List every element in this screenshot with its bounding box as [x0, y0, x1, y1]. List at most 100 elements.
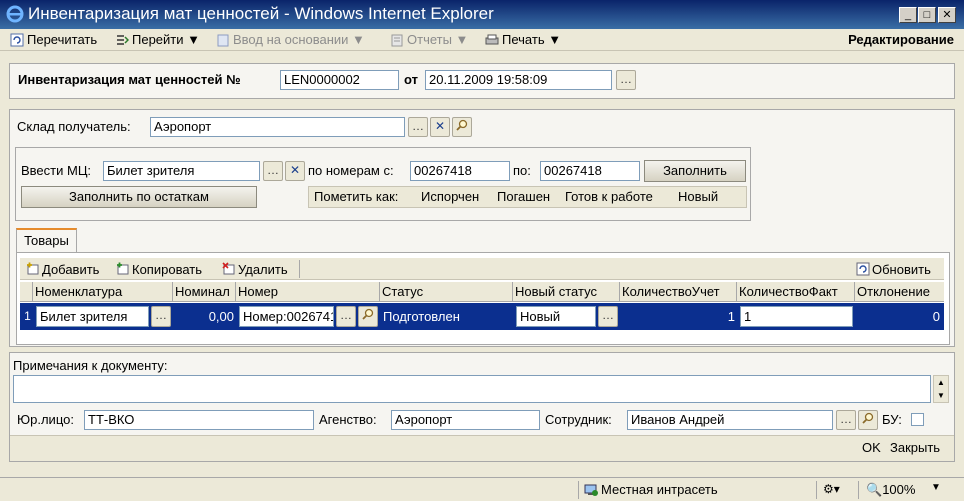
window-title: Инвентаризация мат ценностей - Windows I… [28, 4, 494, 23]
refresh-icon [856, 262, 870, 276]
mc-clear-button[interactable]: ✕ [285, 161, 305, 181]
col-qty-fact[interactable]: КоличествоФакт [737, 282, 855, 302]
number-to-label: по: [513, 163, 531, 178]
reread-button[interactable]: Перечитать [10, 31, 97, 49]
row-nomenclature-field[interactable]: Билет зрителя [36, 306, 149, 327]
row-status: Подготовлен [383, 309, 460, 324]
enter-mc-panel [15, 147, 751, 221]
tab-goods[interactable]: Товары [16, 228, 77, 253]
security-zone-label: Местная интрасеть [601, 482, 718, 497]
col-nominal[interactable]: Номинал [173, 282, 236, 302]
col-new-status[interactable]: Новый статус [513, 282, 620, 302]
row-number-search-button[interactable] [358, 306, 378, 327]
scroll-up-icon[interactable]: ▲ [934, 376, 948, 389]
fill-by-rest-button[interactable]: Заполнить по остаткам [21, 186, 257, 208]
warehouse-label: Склад получатель: [17, 119, 131, 134]
toolbar-separator [299, 260, 300, 278]
number-to-field[interactable]: 00267418 [540, 161, 640, 181]
notes-label: Примечания к документу: [13, 358, 168, 373]
warehouse-select-button[interactable]: … [408, 117, 428, 137]
status-bar: Местная интрасеть ⚙▾ 🔍100% ▼ [0, 477, 964, 501]
zoom-icon: 🔍 [866, 482, 883, 497]
row-nomenclature-select-button[interactable]: … [151, 306, 171, 327]
number-from-field[interactable]: 00267418 [410, 161, 510, 181]
row-deviation: 0 [932, 309, 940, 324]
mc-select-button[interactable]: … [263, 161, 283, 181]
doc-number-label: Инвентаризация мат ценностей № [18, 72, 241, 87]
employee-select-button[interactable]: … [836, 410, 856, 430]
legal-entity-field[interactable]: ТТ-ВКО [84, 410, 314, 430]
intranet-zone-icon [584, 484, 598, 496]
col-qty-account[interactable]: КоличествоУчет [620, 282, 737, 302]
copy-row-button[interactable]: Копировать [116, 260, 202, 278]
mark-redeemed-button[interactable]: Погашен [497, 187, 550, 207]
copy-icon [117, 262, 129, 275]
close-button[interactable]: Закрыть [890, 438, 940, 458]
delete-icon [222, 262, 235, 275]
zoom-level[interactable]: 🔍100% [866, 480, 915, 500]
close-window-button[interactable]: ✕ [938, 7, 956, 23]
row-nominal: 0,00 [208, 309, 234, 324]
internet-explorer-icon [6, 5, 24, 23]
mark-ready-button[interactable]: Готов к работе [565, 187, 653, 207]
add-row-button[interactable]: Добавить [26, 260, 99, 278]
reread-label: Перечитать [27, 32, 98, 47]
minimize-button[interactable]: _ [899, 7, 917, 23]
print-label: Печать ▼ [502, 32, 562, 47]
zoom-dropdown-icon[interactable]: ▼ [931, 482, 941, 493]
row-index: 1 [24, 309, 31, 323]
row-number-header [20, 282, 33, 302]
notes-scrollbar[interactable]: ▲ ▼ [933, 375, 949, 403]
ok-button[interactable]: OK [862, 438, 881, 458]
doc-number-field[interactable]: LEN0000002 [280, 70, 399, 90]
enter-based-icon [217, 34, 229, 47]
number-from-label: по номерам с: [308, 163, 394, 178]
col-deviation[interactable]: Отклонение [855, 282, 944, 302]
print-menu[interactable]: Печать ▼ [485, 31, 561, 49]
edit-mode-label: Редактирование [848, 32, 954, 47]
status-separator [816, 481, 817, 499]
employee-field[interactable]: Иванов Андрей [627, 410, 833, 430]
enter-based-menu[interactable]: Ввод на основании ▼ [216, 31, 365, 49]
agency-label: Агенство: [319, 412, 377, 427]
agency-field[interactable]: Аэропорт [391, 410, 540, 430]
warehouse-field[interactable]: Аэропорт [150, 117, 405, 137]
magnifier-icon [362, 308, 374, 320]
warehouse-search-button[interactable] [452, 117, 472, 137]
row-qty-fact-field[interactable]: 1 [740, 306, 853, 327]
table-row[interactable]: 1 Билет зрителя … 0,00 Номер:00267418 … … [20, 303, 944, 330]
fill-button[interactable]: Заполнить [644, 160, 746, 182]
employee-search-button[interactable] [858, 410, 878, 430]
goto-menu[interactable]: Перейти ▼ [115, 31, 200, 49]
delete-row-button[interactable]: Удалить [222, 260, 288, 278]
row-number-field[interactable]: Номер:00267418 [239, 306, 334, 327]
col-number[interactable]: Номер [236, 282, 380, 302]
window-title-bar: Инвентаризация мат ценностей - Windows I… [0, 0, 964, 29]
copy-label: Копировать [132, 261, 202, 277]
goto-icon [117, 35, 129, 45]
mc-field[interactable]: Билет зрителя [103, 161, 260, 181]
doc-date-field[interactable]: 20.11.2009 19:58:09 [425, 70, 612, 90]
add-icon [27, 262, 39, 275]
mark-as-label: Пометить как: [314, 189, 399, 204]
protected-mode-icon[interactable]: ⚙▾ [823, 482, 840, 496]
mark-new-button[interactable]: Новый [678, 187, 718, 207]
row-new-status-select-button[interactable]: … [598, 306, 618, 327]
goto-label: Перейти ▼ [132, 32, 200, 47]
mark-spoiled-button[interactable]: Испорчен [421, 187, 479, 207]
maximize-button[interactable]: □ [918, 7, 936, 23]
row-number-select-button[interactable]: … [336, 306, 356, 327]
notes-field[interactable] [13, 375, 931, 403]
bu-checkbox[interactable] [911, 413, 924, 426]
refresh-button[interactable]: Обновить [856, 260, 931, 278]
warehouse-clear-button[interactable]: ✕ [430, 117, 450, 137]
col-nomenclature[interactable]: Номенклатура [33, 282, 173, 302]
scroll-down-icon[interactable]: ▼ [934, 389, 948, 402]
magnifier-icon [862, 412, 874, 424]
date-select-button[interactable]: … [616, 70, 636, 90]
row-new-status-field[interactable]: Новый [516, 306, 596, 327]
reports-menu[interactable]: Отчеты ▼ [390, 31, 468, 49]
delete-label: Удалить [238, 261, 288, 277]
col-status[interactable]: Статус [380, 282, 513, 302]
status-separator [858, 481, 859, 499]
